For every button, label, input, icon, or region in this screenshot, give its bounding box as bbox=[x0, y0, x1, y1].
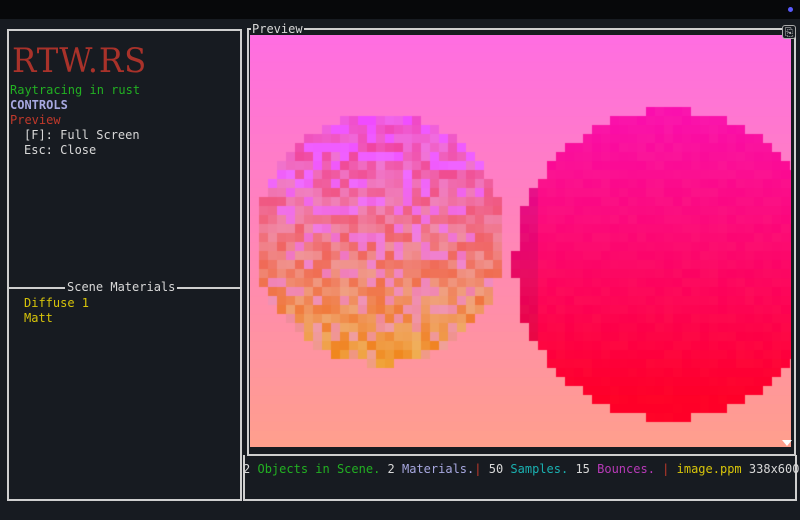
subtitle: Raytracing in rust bbox=[10, 83, 141, 97]
control-fullscreen: [F]: Full Screen bbox=[24, 128, 140, 142]
objects-count: 2 bbox=[243, 462, 251, 476]
objects-label: Objects in Scene. bbox=[257, 462, 381, 476]
section-preview: Preview bbox=[10, 113, 61, 127]
controls-heading: CONTROLS bbox=[10, 98, 68, 112]
control-close: Esc: Close bbox=[24, 143, 97, 157]
status-dot-icon bbox=[788, 7, 793, 12]
separator: | bbox=[662, 462, 670, 476]
sidebar-panel: RTW.RS Raytracing in rust CONTROLS Previ… bbox=[7, 29, 242, 501]
materials-label: Materials. bbox=[402, 462, 475, 476]
title-bar bbox=[0, 0, 800, 19]
materials-title: Scene Materials bbox=[65, 280, 178, 294]
samples-count: 50 bbox=[488, 462, 504, 476]
preview-title: Preview bbox=[251, 22, 304, 36]
bounces-count: 15 bbox=[575, 462, 590, 476]
resolution: 338x600 bbox=[748, 462, 800, 476]
clipboard-icon[interactable]: ⎘ bbox=[782, 25, 796, 39]
material-item[interactable]: Matt bbox=[24, 311, 53, 326]
logo: RTW.RS bbox=[12, 41, 148, 81]
separator: | bbox=[474, 462, 482, 476]
status-bar: 2 Objects in Scene. 2 Materials.| 50 Sam… bbox=[243, 455, 799, 501]
triangle-down-icon[interactable] bbox=[782, 440, 792, 446]
bounces-label: Bounces. bbox=[597, 462, 655, 476]
file-name: image.ppm bbox=[676, 462, 742, 476]
samples-label: Samples. bbox=[510, 462, 569, 476]
status-line: 2 Objects in Scene. 2 Materials.| 50 Sam… bbox=[243, 462, 799, 476]
materials-count: 2 bbox=[387, 462, 395, 476]
render-preview-image bbox=[250, 35, 791, 447]
material-item[interactable]: Diffuse 1 bbox=[24, 296, 89, 311]
preview-panel: Preview ⎘ bbox=[247, 22, 796, 456]
